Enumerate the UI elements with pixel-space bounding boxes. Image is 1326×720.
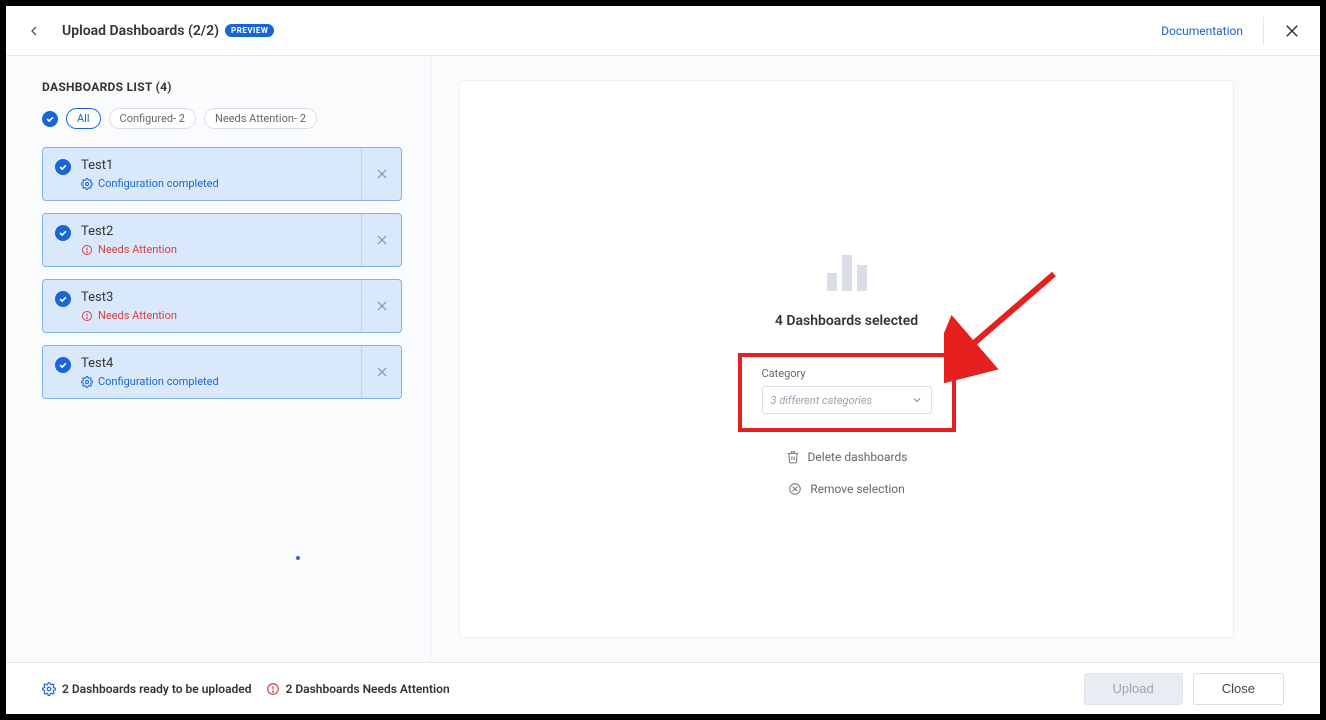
footer-ready-text: 2 Dashboards ready to be uploaded xyxy=(62,682,252,696)
item-name: Test3 xyxy=(81,290,177,305)
bar-chart-icon xyxy=(823,251,871,295)
preview-badge: PREVIEW xyxy=(225,24,274,37)
item-status-text: Configuration completed xyxy=(98,375,219,388)
delete-dashboards-link[interactable]: Delete dashboards xyxy=(786,450,908,464)
list-title: DASHBOARDS LIST (4) xyxy=(42,80,402,94)
item-remove-button[interactable] xyxy=(361,280,401,332)
alert-icon xyxy=(266,682,280,696)
filter-row: All Configured- 2 Needs Attention- 2 xyxy=(42,108,402,129)
main-area: 4 Dashboards selected Category 3 differe… xyxy=(431,56,1320,662)
item-name: Test2 xyxy=(81,224,177,239)
dashboard-item[interactable]: Test3 Needs Attention xyxy=(42,279,402,333)
item-name: Test4 xyxy=(81,356,219,371)
item-remove-button[interactable] xyxy=(361,148,401,200)
filter-chip-needs-attention[interactable]: Needs Attention- 2 xyxy=(204,108,317,129)
remove-selection-label: Remove selection xyxy=(810,482,905,496)
gear-icon xyxy=(42,682,56,696)
item-name: Test1 xyxy=(81,158,219,173)
dialog-title: Upload Dashboards (2/2) xyxy=(62,23,219,39)
gear-icon xyxy=(81,178,93,190)
item-status-text: Needs Attention xyxy=(98,309,177,322)
loading-indicator xyxy=(296,556,300,560)
item-status: Configuration completed xyxy=(81,375,219,388)
dialog-body: DASHBOARDS LIST (4) All Configured- 2 Ne… xyxy=(6,56,1320,662)
item-checkbox[interactable] xyxy=(55,291,71,307)
dashboard-item[interactable]: Test4 Configuration completed xyxy=(42,345,402,399)
item-status: Needs Attention xyxy=(81,243,177,256)
gear-icon xyxy=(81,376,93,388)
dialog-footer: 2 Dashboards ready to be uploaded 2 Dash… xyxy=(6,662,1320,714)
category-label: Category xyxy=(762,367,932,380)
item-checkbox[interactable] xyxy=(55,159,71,175)
item-status-text: Needs Attention xyxy=(98,243,177,256)
upload-button[interactable]: Upload xyxy=(1084,673,1183,705)
close-icon[interactable] xyxy=(1280,19,1304,43)
filter-chip-all[interactable]: All xyxy=(66,108,101,129)
category-highlight-box: Category 3 different categories xyxy=(738,353,956,432)
delete-dashboards-label: Delete dashboards xyxy=(808,450,908,464)
remove-icon xyxy=(788,482,802,496)
alert-icon xyxy=(81,310,93,322)
footer-attention-text: 2 Dashboards Needs Attention xyxy=(286,682,450,696)
alert-icon xyxy=(81,244,93,256)
select-all-checkbox[interactable] xyxy=(42,111,58,127)
back-button[interactable] xyxy=(22,19,46,43)
remove-selection-link[interactable]: Remove selection xyxy=(788,482,905,496)
dashboard-item[interactable]: Test2 Needs Attention xyxy=(42,213,402,267)
trash-icon xyxy=(786,450,800,464)
footer-ready-status: 2 Dashboards ready to be uploaded xyxy=(42,682,252,696)
upload-dashboards-dialog: Upload Dashboards (2/2) PREVIEW Document… xyxy=(6,6,1320,714)
item-status: Configuration completed xyxy=(81,177,219,190)
close-button[interactable]: Close xyxy=(1193,673,1284,705)
divider xyxy=(1263,17,1264,45)
footer-attention-status: 2 Dashboards Needs Attention xyxy=(266,682,450,696)
filter-chip-configured[interactable]: Configured- 2 xyxy=(109,108,196,129)
dialog-header: Upload Dashboards (2/2) PREVIEW Document… xyxy=(6,6,1320,56)
category-select[interactable]: 3 different categories xyxy=(762,386,932,414)
item-checkbox[interactable] xyxy=(55,225,71,241)
item-checkbox[interactable] xyxy=(55,357,71,373)
item-status: Needs Attention xyxy=(81,309,177,322)
item-remove-button[interactable] xyxy=(361,214,401,266)
item-remove-button[interactable] xyxy=(361,346,401,398)
chevron-down-icon xyxy=(911,394,923,406)
dashboard-item[interactable]: Test1 Configuration completed xyxy=(42,147,402,201)
annotation-arrow xyxy=(944,266,1064,386)
dashboards-sidebar: DASHBOARDS LIST (4) All Configured- 2 Ne… xyxy=(6,56,431,662)
category-placeholder: 3 different categories xyxy=(771,394,873,407)
details-panel: 4 Dashboards selected Category 3 differe… xyxy=(459,80,1234,638)
documentation-link[interactable]: Documentation xyxy=(1161,24,1243,38)
selected-count-title: 4 Dashboards selected xyxy=(775,313,918,329)
item-status-text: Configuration completed xyxy=(98,177,219,190)
